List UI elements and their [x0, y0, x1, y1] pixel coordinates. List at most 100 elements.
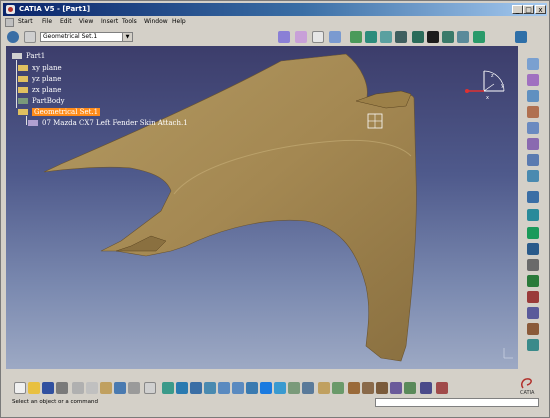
extrude-surface-icon[interactable] — [350, 31, 362, 43]
window-title: CATIA V5 - [Part1] — [19, 5, 91, 13]
axis-icon — [503, 348, 513, 359]
tool-icon-7[interactable] — [527, 154, 539, 166]
rotate-icon[interactable] — [204, 382, 216, 394]
plane-icon — [18, 76, 28, 82]
status-bar: Select an object or a command — [3, 397, 547, 409]
3d-viewport[interactable]: z y x Part1 xy plane yz plane zx plane P… — [6, 46, 518, 369]
fill-icon[interactable] — [380, 31, 392, 43]
curve-icon[interactable] — [312, 31, 324, 43]
menu-view[interactable]: View — [79, 18, 93, 25]
normal-view-icon[interactable] — [246, 382, 258, 394]
extract-icon[interactable] — [473, 31, 485, 43]
join-icon[interactable] — [427, 31, 439, 43]
zoom-out-icon[interactable] — [232, 382, 244, 394]
cut-icon[interactable] — [72, 382, 84, 394]
command-input[interactable] — [375, 398, 539, 407]
tool-icon-6[interactable] — [527, 138, 539, 150]
menu-edit[interactable]: Edit — [60, 18, 72, 25]
undo-icon[interactable] — [114, 382, 126, 394]
multi-section-icon[interactable] — [395, 31, 407, 43]
tool-icon-22[interactable] — [390, 382, 402, 394]
menu-help[interactable]: Help — [172, 18, 186, 25]
swap-space-icon[interactable] — [302, 382, 314, 394]
apply-material-icon[interactable] — [332, 382, 344, 394]
tool-icon-25[interactable] — [436, 382, 448, 394]
minimize-button[interactable]: _ — [512, 5, 523, 14]
point-icon[interactable] — [295, 31, 307, 43]
tool-icon-1[interactable] — [527, 58, 539, 70]
menu-insert[interactable]: Insert — [101, 18, 118, 25]
iso-view-icon[interactable] — [260, 382, 272, 394]
compass-x-label: x — [486, 95, 489, 101]
tool-icon-2[interactable] — [527, 74, 539, 86]
open-icon[interactable] — [28, 382, 40, 394]
status-message: Select an object or a command — [12, 399, 98, 405]
zoom-in-icon[interactable] — [218, 382, 230, 394]
fit-all-icon[interactable] — [176, 382, 188, 394]
plane-icon — [18, 87, 28, 93]
geometrical-set-icon[interactable] — [24, 31, 36, 43]
fender-model[interactable] — [6, 46, 518, 369]
pan-icon[interactable] — [190, 382, 202, 394]
save-icon[interactable] — [42, 382, 54, 394]
close-button[interactable]: x — [535, 5, 546, 14]
help-icon[interactable] — [144, 382, 156, 394]
tool-icon-4[interactable] — [527, 106, 539, 118]
tool-icon-8[interactable] — [527, 170, 539, 182]
copy-icon[interactable] — [86, 382, 98, 394]
redo-icon[interactable] — [128, 382, 140, 394]
catia-logo-icon: CATIA — [520, 378, 535, 396]
tool-icon-21[interactable] — [376, 382, 388, 394]
menu-start[interactable]: Start — [18, 18, 33, 25]
trim-icon[interactable] — [457, 31, 469, 43]
maximize-button[interactable]: □ — [523, 5, 534, 14]
sketch-icon[interactable] — [278, 31, 290, 43]
tool-icon-11[interactable] — [527, 227, 539, 239]
catia-logo-text: CATIA — [520, 390, 535, 396]
catia-logo: CATIA — [515, 376, 545, 398]
compass-icon[interactable]: z y x — [464, 66, 514, 106]
split-icon[interactable] — [442, 31, 454, 43]
blend-icon[interactable] — [412, 31, 424, 43]
menu-bar: Start File Edit View Insert Tools Window… — [3, 17, 547, 28]
menu-tools[interactable]: Tools — [122, 18, 137, 25]
tool-icon-19[interactable] — [348, 382, 360, 394]
part-icon — [12, 53, 22, 59]
line-icon[interactable] — [329, 31, 341, 43]
tree-connector — [16, 60, 17, 108]
shading-icon[interactable] — [274, 382, 286, 394]
workbench-icon[interactable] — [7, 31, 19, 43]
document-icon[interactable] — [5, 18, 14, 27]
fly-mode-icon[interactable] — [162, 382, 174, 394]
title-bar[interactable]: CATIA V5 - [Part1] _ □ x — [3, 3, 547, 16]
tool-icon-10[interactable] — [527, 209, 539, 221]
catia-app-icon[interactable] — [6, 5, 15, 14]
tool-icon-18[interactable] — [527, 339, 539, 351]
tool-icon-9[interactable] — [527, 191, 539, 203]
translate-icon[interactable] — [515, 31, 527, 43]
tool-icon-17[interactable] — [527, 323, 539, 335]
new-icon[interactable] — [14, 382, 26, 394]
tool-icon-23[interactable] — [404, 382, 416, 394]
tool-icon-5[interactable] — [527, 122, 539, 134]
tool-icon-3[interactable] — [527, 90, 539, 102]
sweep-icon[interactable] — [365, 31, 377, 43]
tool-icon-16[interactable] — [527, 307, 539, 319]
geometrical-set-selector[interactable]: Geometrical Set.1 ▼ — [40, 32, 133, 42]
tree-connector — [26, 116, 27, 125]
right-toolbar — [521, 46, 545, 369]
print-icon[interactable] — [56, 382, 68, 394]
menu-window[interactable]: Window — [144, 18, 168, 25]
tool-icon-12[interactable] — [527, 243, 539, 255]
tool-icon-13[interactable] — [527, 259, 539, 271]
tool-icon-14[interactable] — [527, 275, 539, 287]
chevron-down-icon[interactable]: ▼ — [122, 33, 132, 41]
bottom-toolbar — [6, 380, 518, 396]
tool-icon-24[interactable] — [420, 382, 432, 394]
menu-file[interactable]: File — [42, 18, 52, 25]
tool-icon-15[interactable] — [527, 291, 539, 303]
paste-icon[interactable] — [100, 382, 112, 394]
measure-icon[interactable] — [318, 382, 330, 394]
tool-icon-20[interactable] — [362, 382, 374, 394]
hide-show-icon[interactable] — [288, 382, 300, 394]
